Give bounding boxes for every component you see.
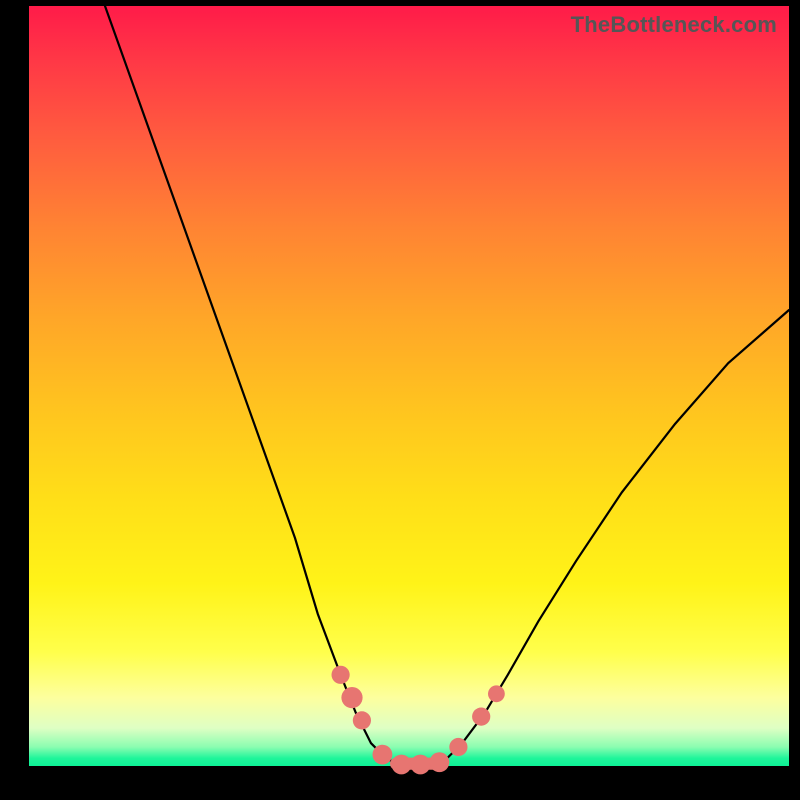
marker-e	[392, 755, 412, 775]
marker-a	[332, 666, 350, 684]
plot-area: TheBottleneck.com	[29, 6, 789, 766]
marker-i	[472, 708, 490, 726]
marker-group	[332, 666, 505, 775]
marker-b	[341, 687, 362, 708]
bottleneck-curve	[105, 6, 789, 766]
marker-d	[373, 745, 393, 765]
marker-j	[488, 685, 505, 702]
chart-frame: TheBottleneck.com	[0, 0, 800, 800]
marker-f	[411, 755, 431, 775]
marker-h	[449, 738, 467, 756]
marker-g	[430, 752, 450, 772]
marker-c	[353, 711, 371, 729]
chart-svg	[29, 6, 789, 766]
